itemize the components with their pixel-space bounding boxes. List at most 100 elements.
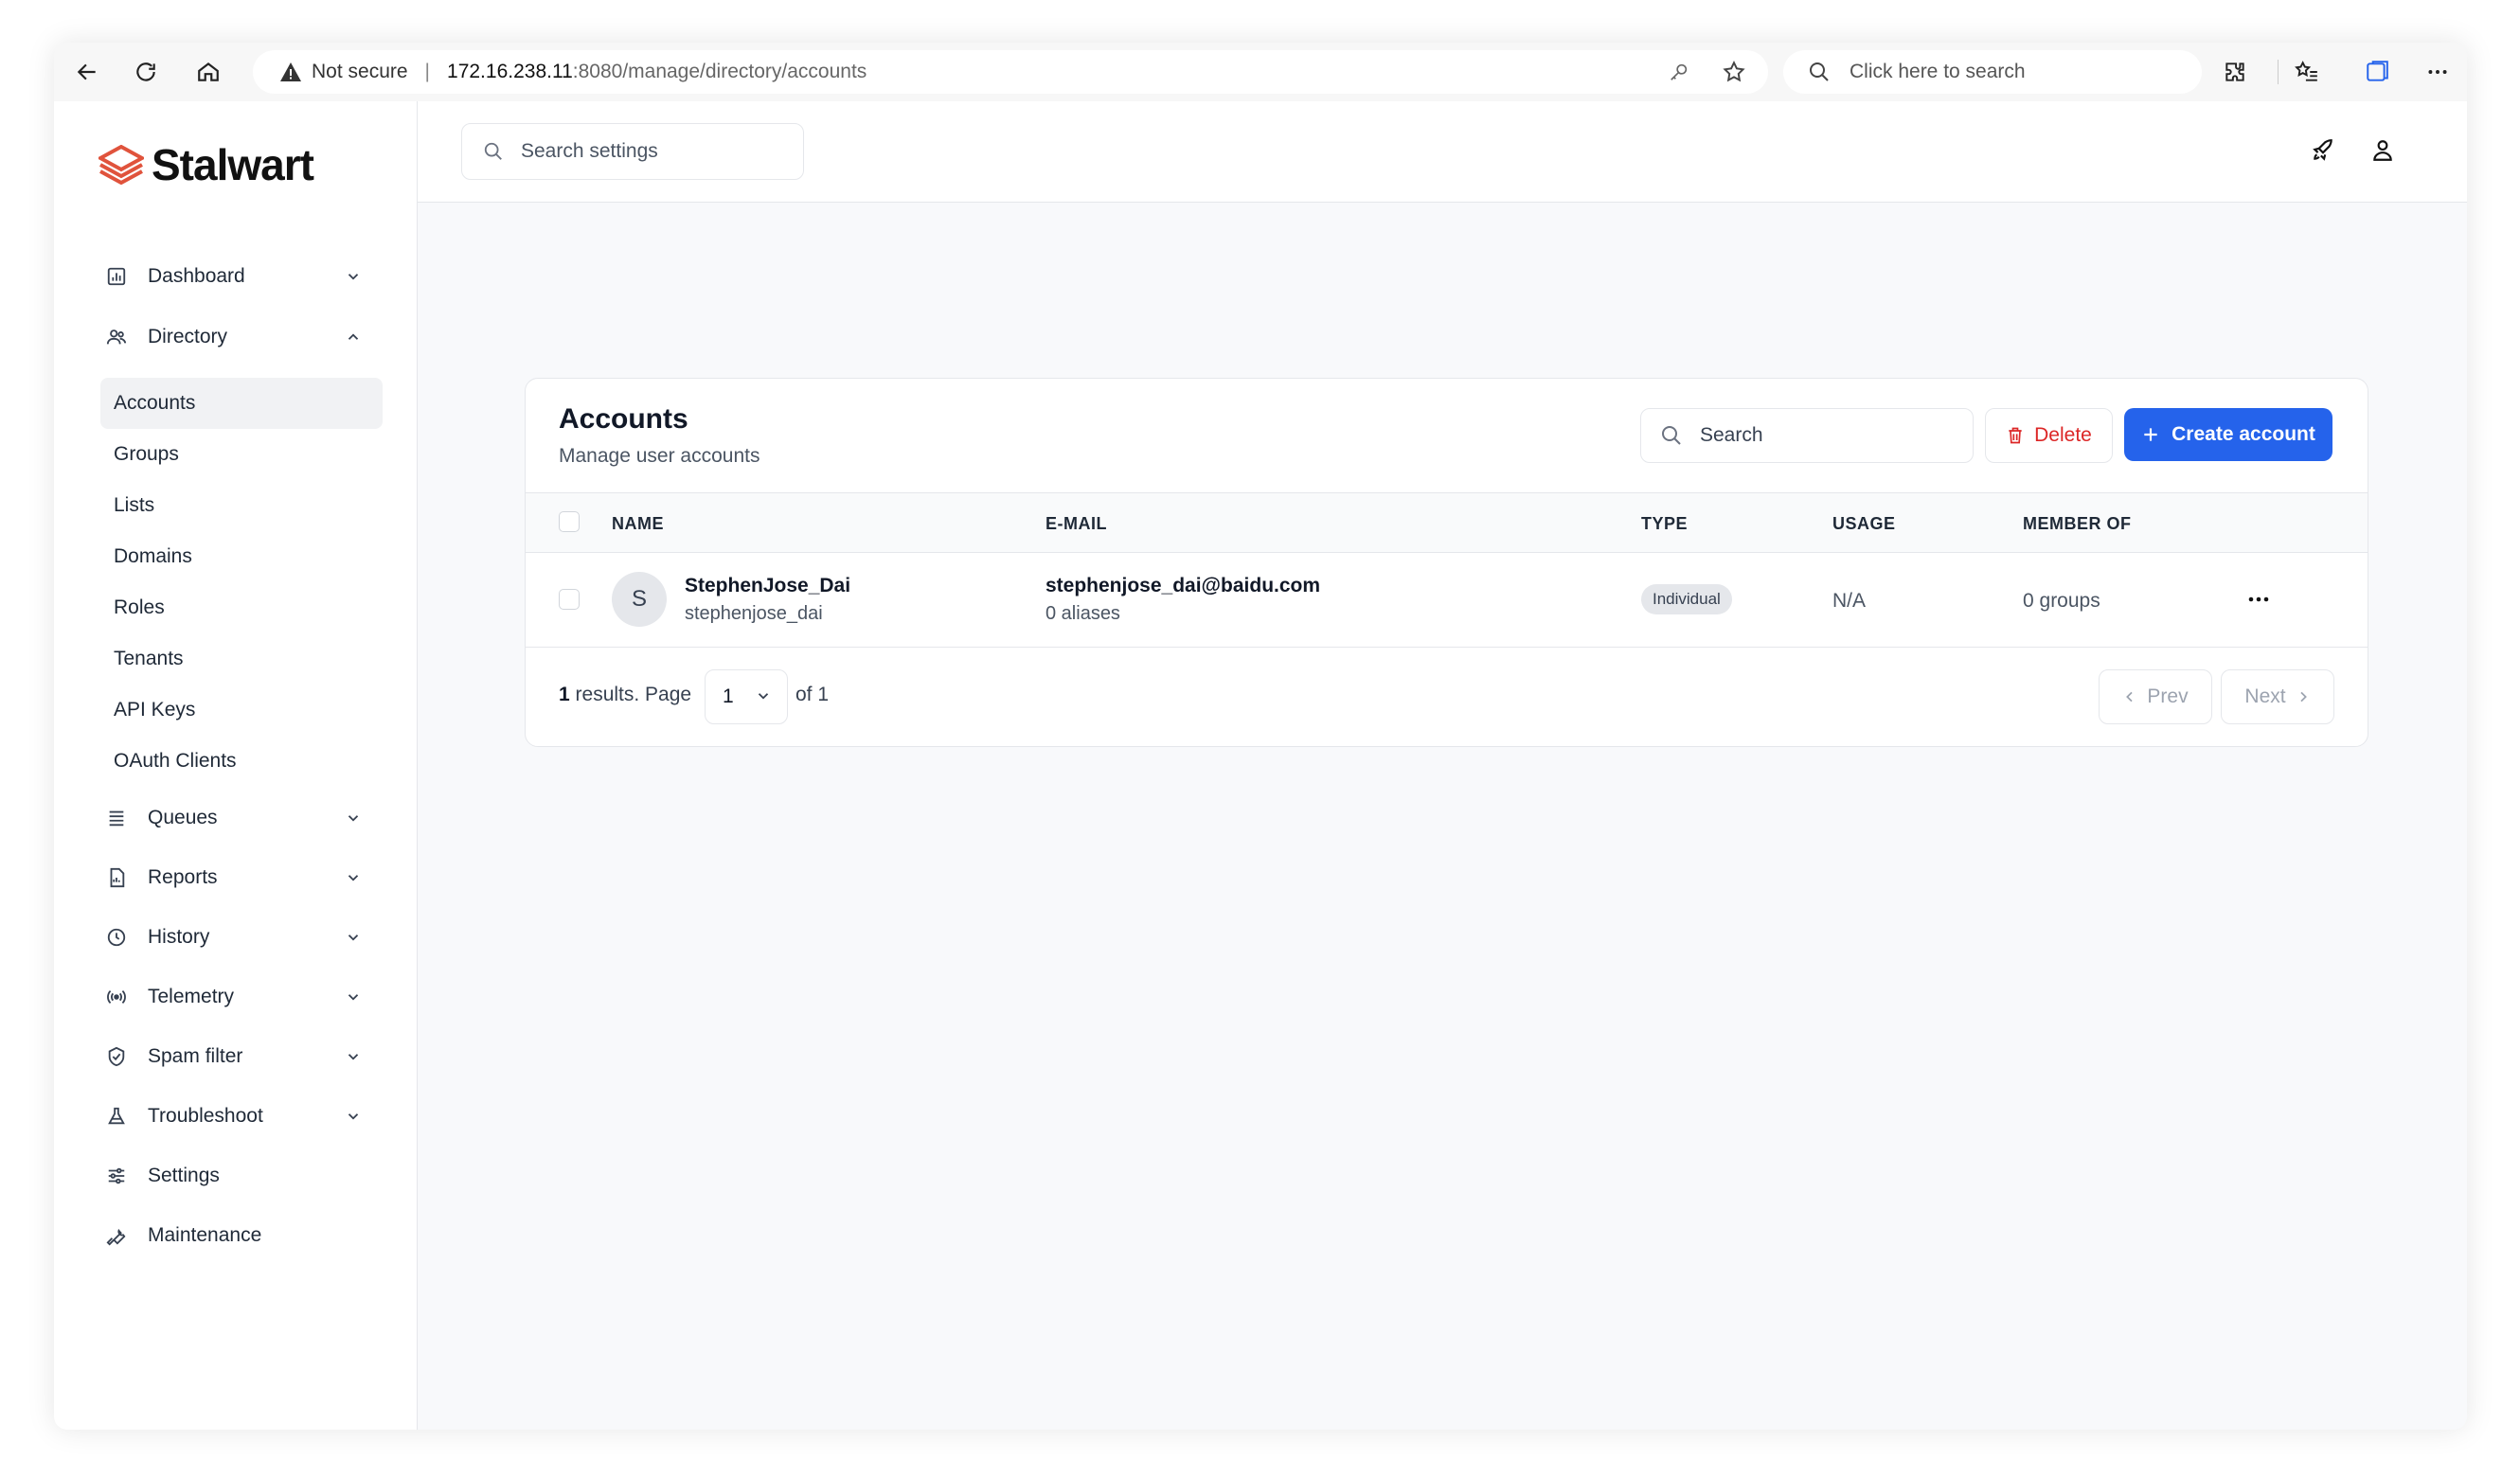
results-count: 1 bbox=[559, 684, 570, 705]
reports-icon bbox=[104, 865, 129, 890]
avatar: S bbox=[612, 572, 667, 627]
toolbar-divider bbox=[2278, 60, 2279, 84]
sidebar-item-spam-filter[interactable]: Spam filter bbox=[98, 1031, 383, 1082]
directory-icon bbox=[104, 325, 129, 349]
sidebar-item-label: Reports bbox=[148, 866, 218, 888]
sidebar-item-label: Spam filter bbox=[148, 1045, 243, 1067]
sidebar-item-dashboard[interactable]: Dashboard bbox=[98, 251, 383, 302]
home-icon[interactable] bbox=[192, 56, 224, 88]
sidebar-subitem-tenants[interactable]: Tenants bbox=[100, 633, 383, 685]
subitem-label: Lists bbox=[114, 494, 155, 516]
sidebar-subitem-roles[interactable]: Roles bbox=[100, 582, 383, 633]
account-usage: N/A bbox=[1832, 590, 1867, 612]
back-icon[interactable] bbox=[71, 56, 103, 88]
table-header: NAME E-MAIL TYPE USAGE MEMBER OF bbox=[526, 492, 2368, 553]
column-header-member-of[interactable]: MEMBER OF bbox=[2023, 514, 2132, 534]
sidebar-item-troubleshoot[interactable]: Troubleshoot bbox=[98, 1091, 383, 1142]
settings-icon bbox=[104, 1164, 129, 1188]
account-name[interactable]: StephenJose_Dai bbox=[685, 575, 850, 597]
sidebar-subitem-lists[interactable]: Lists bbox=[100, 480, 383, 531]
extensions-icon[interactable] bbox=[2219, 56, 2251, 88]
address-bar[interactable]: Not secure | 172.16.238.11:8080/manage/d… bbox=[253, 50, 1768, 94]
sidebar-item-telemetry[interactable]: Telemetry bbox=[98, 971, 383, 1023]
sidebar-item-label: Directory bbox=[148, 326, 228, 347]
sidebar-item-label: Telemetry bbox=[148, 986, 235, 1007]
select-all-checkbox[interactable] bbox=[559, 511, 580, 532]
app-root: Stalwart Dashboard Directory Accounts Gr… bbox=[54, 101, 2467, 1430]
delete-button[interactable]: Delete bbox=[1985, 408, 2113, 463]
accounts-search-input[interactable]: Search bbox=[1640, 408, 1974, 463]
key-icon[interactable] bbox=[1666, 59, 1692, 85]
sidebar-subitem-accounts[interactable]: Accounts bbox=[100, 378, 383, 429]
plus-icon bbox=[2144, 428, 2157, 441]
row-checkbox[interactable] bbox=[559, 589, 580, 610]
subitem-label: Domains bbox=[114, 545, 192, 567]
sidebar: Stalwart Dashboard Directory Accounts Gr… bbox=[54, 101, 418, 1430]
pagination-summary: 1 results. Page bbox=[559, 684, 691, 706]
history-icon bbox=[104, 925, 129, 950]
sidebar-subitem-groups[interactable]: Groups bbox=[100, 429, 383, 480]
account-username: stephenjose_dai bbox=[685, 603, 823, 624]
page-subtitle: Manage user accounts bbox=[559, 445, 760, 467]
column-header-name[interactable]: NAME bbox=[612, 514, 664, 534]
row-actions-menu[interactable] bbox=[2242, 586, 2276, 613]
sidebar-item-label: Troubleshoot bbox=[148, 1105, 263, 1127]
sidebar-item-directory[interactable]: Directory bbox=[98, 311, 383, 363]
chevron-down-icon bbox=[343, 1046, 364, 1067]
create-account-button[interactable]: Create account bbox=[2124, 408, 2332, 461]
table-row[interactable]: S StephenJose_Dai stephenjose_dai stephe… bbox=[526, 552, 2368, 648]
maintenance-icon bbox=[104, 1223, 129, 1248]
favorites-list-icon[interactable] bbox=[2291, 56, 2323, 88]
accounts-search-placeholder: Search bbox=[1700, 424, 1763, 446]
rocket-icon[interactable] bbox=[2307, 134, 2339, 167]
chevron-down-icon bbox=[758, 693, 769, 700]
next-page-button[interactable]: Next bbox=[2221, 669, 2334, 724]
sidebar-item-settings[interactable]: Settings bbox=[98, 1150, 383, 1201]
browser-search-box[interactable]: Click here to search bbox=[1783, 50, 2202, 94]
prev-label: Prev bbox=[2147, 685, 2189, 707]
account-aliases: 0 aliases bbox=[1046, 603, 1120, 624]
subitem-label: Tenants bbox=[114, 648, 184, 669]
chevron-right-icon bbox=[2299, 691, 2307, 703]
security-indicator[interactable]: Not secure bbox=[279, 61, 408, 83]
sidebar-subitem-oauth-clients[interactable]: OAuth Clients bbox=[100, 736, 383, 787]
main-content: Accounts Manage user accounts Search Del… bbox=[418, 203, 2467, 1430]
column-header-type[interactable]: TYPE bbox=[1641, 514, 1688, 534]
subitem-label: Accounts bbox=[114, 392, 196, 414]
settings-search-input[interactable]: Search settings bbox=[461, 123, 804, 180]
reload-icon[interactable] bbox=[130, 56, 162, 88]
search-icon bbox=[484, 142, 502, 160]
page-select[interactable]: 1 bbox=[705, 669, 788, 724]
chevron-down-icon bbox=[343, 867, 364, 888]
chevron-left-icon bbox=[2126, 691, 2134, 703]
sidebar-subitem-api-keys[interactable]: API Keys bbox=[100, 685, 383, 736]
prev-page-button[interactable]: Prev bbox=[2099, 669, 2212, 724]
url-host: 172.16.238.11 bbox=[447, 61, 573, 82]
sidebar-item-history[interactable]: History bbox=[98, 912, 383, 963]
chevron-down-icon bbox=[343, 808, 364, 828]
chevron-down-icon bbox=[343, 266, 364, 287]
queues-icon bbox=[104, 806, 129, 830]
user-icon[interactable] bbox=[2367, 134, 2399, 167]
browser-search-placeholder: Click here to search bbox=[1850, 61, 2026, 82]
sidebar-item-label: History bbox=[148, 926, 210, 948]
chevron-up-icon bbox=[343, 327, 364, 347]
sidebar-subitem-domains[interactable]: Domains bbox=[100, 531, 383, 582]
column-header-email[interactable]: E-MAIL bbox=[1046, 514, 1107, 534]
favorite-star-icon[interactable] bbox=[1721, 59, 1747, 85]
stalwart-logo-icon bbox=[98, 145, 144, 185]
create-label: Create account bbox=[2171, 423, 2315, 445]
sidebar-item-queues[interactable]: Queues bbox=[98, 792, 383, 844]
more-options-icon[interactable] bbox=[2422, 56, 2454, 88]
sidebar-item-reports[interactable]: Reports bbox=[98, 852, 383, 903]
collections-icon[interactable] bbox=[2361, 56, 2393, 88]
page-select-value: 1 bbox=[723, 685, 734, 707]
sidebar-item-maintenance[interactable]: Maintenance bbox=[98, 1210, 383, 1261]
logo[interactable]: Stalwart bbox=[98, 139, 314, 190]
app-topbar: Search settings bbox=[418, 101, 2467, 203]
search-icon bbox=[1810, 62, 1829, 81]
browser-window: Not secure | 172.16.238.11:8080/manage/d… bbox=[54, 43, 2467, 1430]
column-header-usage[interactable]: USAGE bbox=[1832, 514, 1896, 534]
browser-toolbar: Not secure | 172.16.238.11:8080/manage/d… bbox=[54, 43, 2467, 101]
sidebar-item-label: Settings bbox=[148, 1165, 220, 1186]
